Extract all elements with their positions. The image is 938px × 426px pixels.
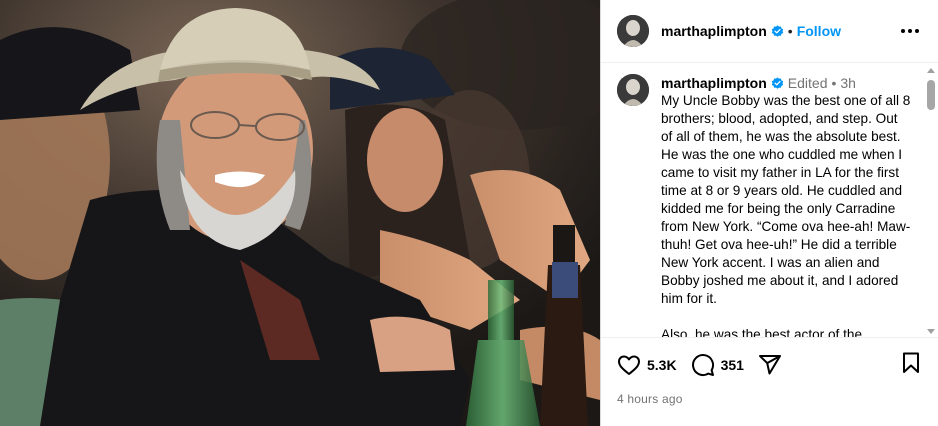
action-row: 5.3K 351 <box>617 350 923 380</box>
post-photo-illustration <box>0 0 600 426</box>
caption-separator: • <box>831 75 837 91</box>
caption-meta: marthaplimpton Edited • 3h <box>661 74 911 92</box>
scroll-down-arrow[interactable] <box>927 329 935 334</box>
more-dot <box>908 29 912 33</box>
follow-button[interactable]: Follow <box>797 23 841 39</box>
comments-count[interactable]: 351 <box>721 357 744 373</box>
caption-body: marthaplimpton Edited • 3h My Uncle Bobb… <box>661 74 911 337</box>
caption-author-avatar[interactable] <box>617 74 649 106</box>
scroll-up-arrow[interactable] <box>927 68 935 73</box>
comment-icon[interactable] <box>691 353 715 377</box>
edited-label: Edited <box>787 75 828 91</box>
caption: marthaplimpton Edited • 3h My Uncle Bobb… <box>601 64 938 337</box>
author-avatar-image <box>617 15 649 47</box>
more-options-icon[interactable] <box>898 19 922 43</box>
likes-count[interactable]: 5.3K <box>647 357 677 373</box>
comments-scrollbar[interactable] <box>926 66 936 336</box>
header-separator: • <box>787 23 793 39</box>
post-header: marthaplimpton • Follow <box>601 0 938 63</box>
comments-scroll-area[interactable]: marthaplimpton Edited • 3h My Uncle Bobb… <box>601 64 938 337</box>
bookmark-icon[interactable] <box>899 351 923 375</box>
verified-icon <box>771 24 783 37</box>
caption-age[interactable]: 3h <box>840 74 856 92</box>
verified-icon <box>771 76 783 89</box>
save-action[interactable] <box>899 351 923 380</box>
comment-action[interactable]: 351 <box>691 353 744 377</box>
caption-avatar-image <box>617 74 649 106</box>
share-action[interactable] <box>758 353 782 377</box>
more-dot <box>901 29 905 33</box>
caption-text: My Uncle Bobby was the best one of all 8… <box>661 93 911 337</box>
post-side-panel: marthaplimpton • Follow marthaplimpton E… <box>600 0 938 426</box>
scroll-thumb[interactable] <box>927 80 935 110</box>
heart-icon[interactable] <box>617 353 641 377</box>
caption-author-username[interactable]: marthaplimpton <box>661 74 767 92</box>
like-action[interactable]: 5.3K <box>617 353 677 377</box>
post-photo <box>0 0 600 426</box>
author-username[interactable]: marthaplimpton <box>661 23 767 39</box>
author-avatar[interactable] <box>617 15 649 47</box>
more-dot <box>915 29 919 33</box>
share-icon[interactable] <box>758 353 782 377</box>
post-timestamp[interactable]: 4 hours ago <box>617 392 923 406</box>
post-actions: 5.3K 351 4 hours ago <box>601 337 938 426</box>
